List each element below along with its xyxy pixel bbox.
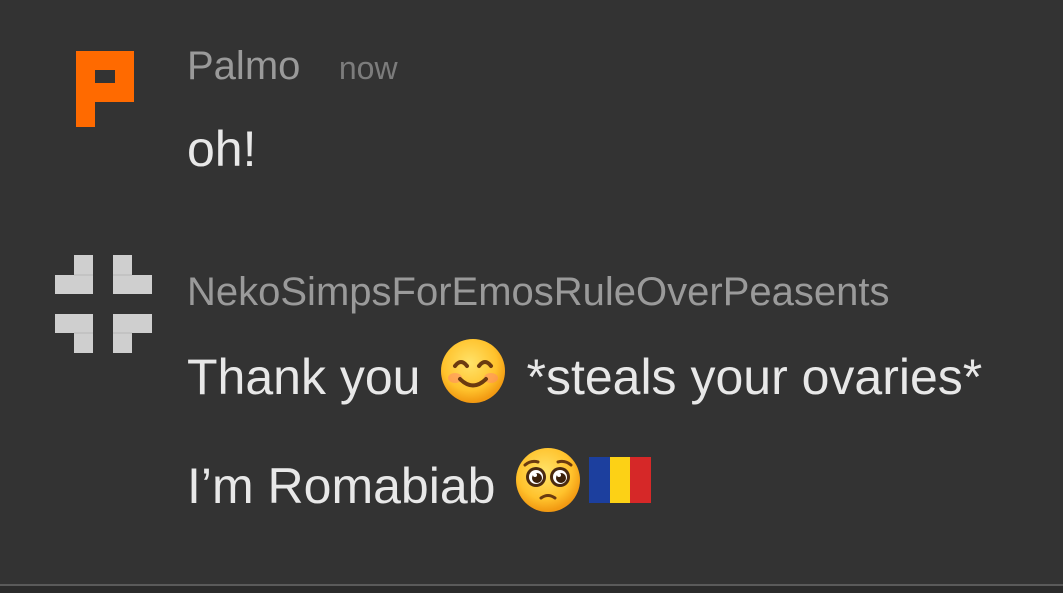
- orange-p-block-icon: [76, 51, 134, 127]
- message-text: oh!: [187, 121, 257, 177]
- user-avatar[interactable]: [55, 255, 153, 353]
- user-avatar[interactable]: [76, 51, 134, 127]
- smiling-face-emoji: [440, 338, 506, 416]
- username[interactable]: NekoSimpsForEmosRuleOverPeasents: [187, 270, 889, 314]
- timestamp: now: [338, 50, 398, 86]
- romania-flag-emoji: [589, 457, 652, 515]
- message-text: I’m Romabiab: [187, 447, 652, 525]
- message-text: Thank you *steals your ovaries*: [187, 338, 982, 416]
- message-header: NekoSimpsForEmosRuleOverPeasents: [187, 270, 889, 315]
- username[interactable]: Palmo: [187, 44, 300, 88]
- pleading-face-emoji: [515, 447, 581, 525]
- gray-cross-block-icon: [55, 255, 152, 353]
- bottom-divider: [0, 584, 1063, 593]
- message-header: Palmo now: [187, 44, 398, 89]
